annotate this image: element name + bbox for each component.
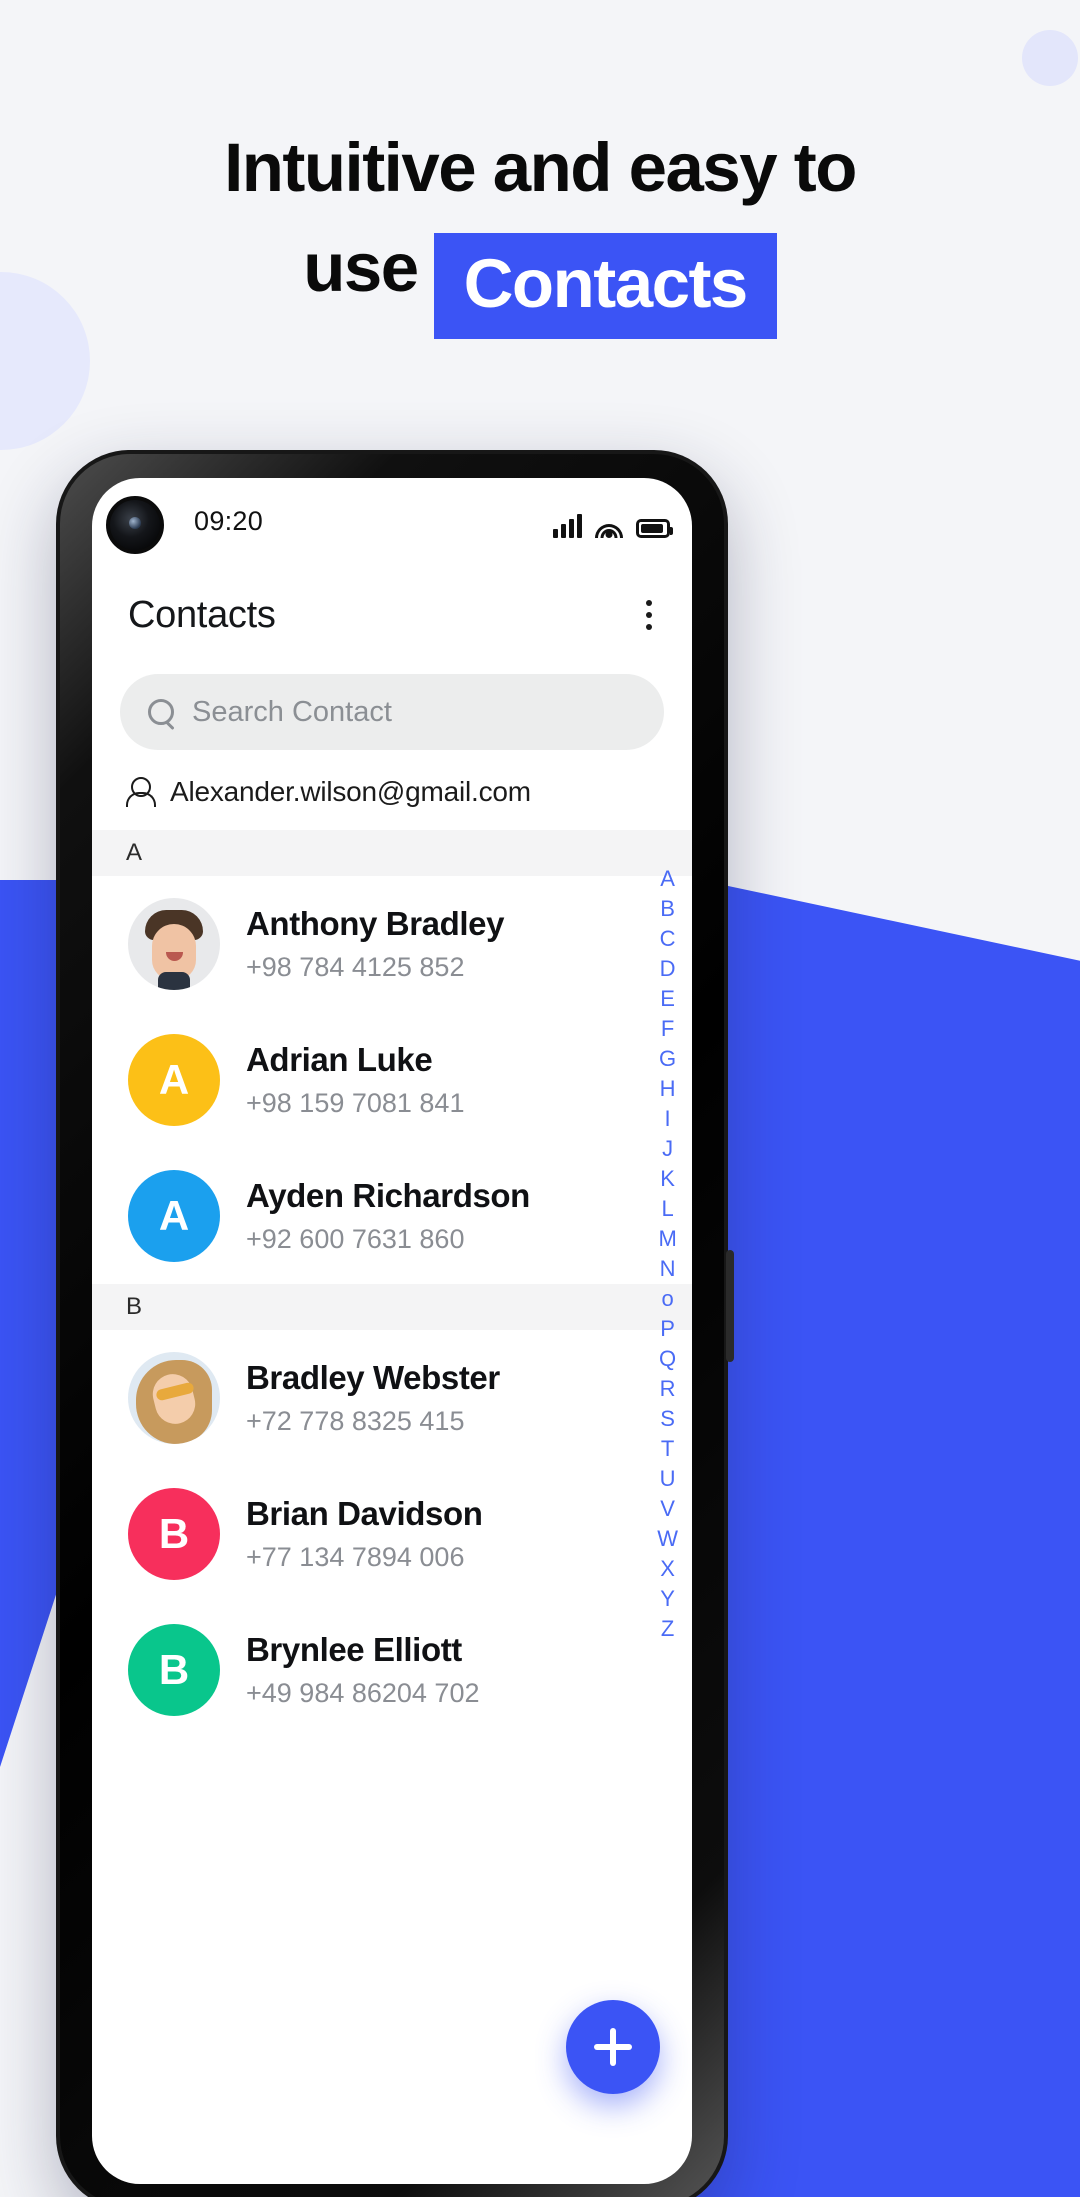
alphabet-index-letter-A[interactable]: A [660,864,675,893]
phone-mockup: 09:20 Contacts Search Contact Alexander.… [56,450,734,2197]
status-bar: 09:20 [92,478,692,564]
promo-headline: Intuitive and easy to use Contacts [0,118,1080,339]
wifi-icon [595,516,623,538]
avatar: A [128,1034,220,1126]
contact-name: Brian Davidson [246,1495,483,1532]
promo-screenshot: Intuitive and easy to use Contacts 09:20 … [0,0,1080,2197]
contact-meta: Anthony Bradley +98 784 4125 852 [246,905,504,983]
alphabet-index-letter-H[interactable]: H [660,1074,676,1103]
search-icon [148,699,174,725]
app-header: Contacts [92,564,692,656]
account-email: Alexander.wilson@gmail.com [170,776,531,807]
alphabet-index-letter-N[interactable]: N [660,1254,676,1283]
contact-meta: Brynlee Elliott +49 984 86204 702 [246,1631,479,1709]
contact-phone: +98 159 7081 841 [246,1088,465,1118]
contact-row[interactable]: B Brynlee Elliott +49 984 86204 702 [92,1602,692,1738]
search-placeholder: Search Contact [192,695,392,728]
alphabet-index[interactable]: ABCDEFGHIJKLMNoPQRSTUVWXYZ [657,864,678,1643]
alphabet-index-letter-P[interactable]: P [660,1314,675,1343]
search-input[interactable]: Search Contact [120,674,664,750]
alphabet-index-letter-S[interactable]: S [660,1404,675,1433]
alphabet-index-letter-R[interactable]: R [660,1374,676,1403]
alphabet-index-letter-J[interactable]: J [662,1134,673,1163]
alphabet-index-letter-F[interactable]: F [661,1014,674,1043]
headline-line-1: Intuitive and easy to [224,129,857,206]
alphabet-index-letter-C[interactable]: C [660,924,676,953]
status-bar-icons [553,508,673,538]
section-header-A: A [92,830,692,876]
contact-name: Bradley Webster [246,1359,500,1396]
avatar: B [128,1488,220,1580]
alphabet-index-letter-X[interactable]: X [660,1554,675,1583]
alphabet-index-letter-I[interactable]: I [665,1104,671,1133]
contact-name: Anthony Bradley [246,905,505,942]
alphabet-index-letter-G[interactable]: G [659,1044,676,1073]
kebab-menu-icon[interactable] [636,592,662,638]
contact-row[interactable]: A Ayden Richardson +92 600 7631 860 [92,1148,692,1284]
contact-meta: Bradley Webster +72 778 8325 415 [246,1359,500,1437]
status-bar-clock: 09:20 [194,506,264,536]
contact-row[interactable]: Anthony Bradley +98 784 4125 852 [92,876,692,1012]
contact-name: Adrian Luke [246,1041,433,1078]
alphabet-index-letter-U[interactable]: U [660,1464,676,1493]
battery-icon [636,519,673,538]
headline-highlight-chip: Contacts [433,233,777,339]
alphabet-index-letter-o[interactable]: o [661,1284,673,1313]
contact-meta: Brian Davidson +77 134 7894 006 [246,1495,483,1573]
alphabet-index-letter-M[interactable]: M [658,1224,676,1253]
contact-phone: +72 778 8325 415 [246,1406,465,1436]
front-camera-icon [106,496,164,554]
alphabet-index-letter-K[interactable]: K [660,1164,675,1193]
contact-row[interactable]: B Brian Davidson +77 134 7894 006 [92,1466,692,1602]
contact-name: Brynlee Elliott [246,1631,462,1668]
alphabet-index-letter-Z[interactable]: Z [661,1614,674,1643]
search-section: Search Contact [92,656,692,750]
avatar [128,898,220,990]
contact-row[interactable]: A Adrian Luke +98 159 7081 841 [92,1012,692,1148]
add-contact-button[interactable] [566,2000,660,2094]
alphabet-index-letter-W[interactable]: W [657,1524,678,1553]
alphabet-index-letter-Y[interactable]: Y [660,1584,675,1613]
section-header-B: B [92,1284,692,1330]
contact-phone: +98 784 4125 852 [246,952,465,982]
phone-screen: 09:20 Contacts Search Contact Alexander.… [92,478,692,2184]
contact-meta: Adrian Luke +98 159 7081 841 [246,1041,464,1119]
avatar: B [128,1624,220,1716]
alphabet-index-letter-D[interactable]: D [660,954,676,983]
contact-list: A Anthony Bradley +98 784 4125 852 A Adrian … [92,830,692,1738]
phone-power-button[interactable] [726,1250,734,1362]
headline-prefix: use [303,229,419,306]
alphabet-index-letter-L[interactable]: L [661,1194,673,1223]
avatar [128,1352,220,1444]
alphabet-index-letter-E[interactable]: E [660,984,675,1013]
page-title: Contacts [128,593,276,636]
contact-phone: +92 600 7631 860 [246,1224,465,1254]
person-icon [126,777,156,807]
signal-bars-icon [553,514,582,538]
avatar: A [128,1170,220,1262]
contact-name: Ayden Richardson [246,1177,530,1214]
alphabet-index-letter-Q[interactable]: Q [659,1344,676,1373]
alphabet-index-letter-B[interactable]: B [660,894,675,923]
plus-icon [594,2028,632,2066]
contact-phone: +77 134 7894 006 [246,1542,465,1572]
account-row[interactable]: Alexander.wilson@gmail.com [92,750,692,830]
contact-phone: +49 984 86204 702 [246,1678,480,1708]
contact-meta: Ayden Richardson +92 600 7631 860 [246,1177,530,1255]
decorative-circle-top-right [1022,30,1078,86]
alphabet-index-letter-T[interactable]: T [661,1434,674,1463]
alphabet-index-letter-V[interactable]: V [660,1494,675,1523]
headline-line-2: use Contacts [0,218,1080,339]
contact-row[interactable]: Bradley Webster +72 778 8325 415 [92,1330,692,1466]
